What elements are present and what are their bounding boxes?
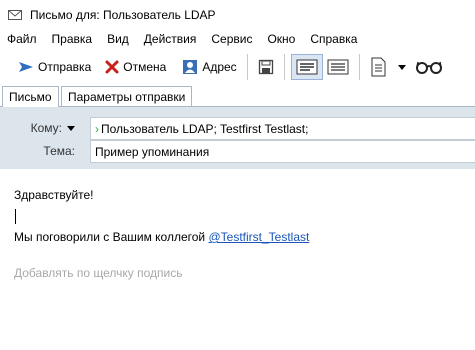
message-headers: Кому: › Пользователь LDAP; Testfirst Tes…: [0, 107, 475, 169]
menu-edit[interactable]: Правка: [52, 32, 93, 46]
title-bar: Письмо для: Пользователь LDAP: [0, 0, 475, 30]
subject-label: Тема:: [43, 144, 75, 158]
attachment-button[interactable]: [366, 54, 410, 80]
menu-view[interactable]: Вид: [107, 32, 129, 46]
greeting-line: Здравствуйте!: [14, 188, 94, 202]
to-label-button[interactable]: Кому:: [31, 121, 75, 135]
to-field[interactable]: › Пользователь LDAP; Testfirst Testlast;: [90, 117, 475, 140]
text-format-icon: [296, 59, 318, 75]
message-body[interactable]: Здравствуйте! Мы поговорили с Вашим колл…: [14, 185, 464, 284]
subject-row: Тема: Пример упоминания: [0, 140, 475, 163]
cancel-button[interactable]: Отмена: [101, 54, 170, 80]
toolbar-separator: [246, 54, 248, 80]
toolbar-separator: [358, 54, 360, 80]
text-line: Мы поговорили с Вашим коллегой @Testfirs…: [14, 227, 464, 248]
tab-strip: Письмо Параметры отправки: [0, 84, 475, 107]
menu-help[interactable]: Справка: [310, 32, 357, 46]
toolbar-separator: [283, 54, 285, 80]
menu-file[interactable]: Файл: [7, 32, 37, 46]
glasses-icon: [415, 61, 442, 74]
close-icon: [105, 60, 119, 74]
text-cursor: [15, 209, 16, 225]
send-button[interactable]: Отправка: [14, 54, 95, 80]
body-text: Мы поговорили с Вашим коллегой: [14, 230, 209, 244]
envelope-icon: [8, 10, 22, 20]
address-label: Адрес: [202, 60, 237, 74]
check-icon: ›: [95, 121, 99, 136]
to-value: Пользователь LDAP; Testfirst Testlast;: [101, 121, 309, 136]
subject-field[interactable]: Пример упоминания: [90, 140, 475, 163]
save-icon: [258, 59, 273, 75]
mention-link[interactable]: @Testfirst_Testlast: [208, 230, 309, 244]
text-plain-icon: [327, 59, 349, 75]
format-plain-button[interactable]: [323, 54, 353, 80]
tab-message[interactable]: Письмо: [2, 86, 59, 107]
spell-check-button[interactable]: [412, 54, 446, 80]
cancel-label: Отмена: [123, 60, 167, 74]
send-icon: [19, 62, 33, 72]
window-title: Письмо для: Пользователь LDAP: [30, 8, 216, 22]
address-button[interactable]: Адрес: [178, 54, 240, 80]
send-label: Отправка: [38, 60, 92, 74]
menu-actions[interactable]: Действия: [144, 32, 197, 46]
address-book-icon: [183, 60, 198, 74]
to-label: Кому:: [30, 121, 62, 135]
empty-line: [14, 206, 464, 227]
menu-tools[interactable]: Сервис: [211, 32, 252, 46]
chevron-down-icon[interactable]: [397, 64, 406, 70]
save-button[interactable]: [254, 54, 278, 80]
chevron-down-icon: [67, 125, 75, 131]
menu-window[interactable]: Окно: [267, 32, 295, 46]
format-rich-button[interactable]: [290, 54, 323, 80]
signature-placeholder[interactable]: Добавлять по щелчку подпись: [14, 263, 464, 284]
toolbar: Отправка Отмена Адрес: [0, 50, 475, 84]
tab-send-options[interactable]: Параметры отправки: [61, 86, 193, 106]
document-icon: [371, 57, 386, 77]
menu-bar: Файл Правка Вид Действия Сервис Окно Спр…: [0, 30, 475, 48]
to-row: Кому: › Пользователь LDAP; Testfirst Tes…: [0, 117, 475, 140]
subject-value: Пример упоминания: [95, 144, 210, 159]
